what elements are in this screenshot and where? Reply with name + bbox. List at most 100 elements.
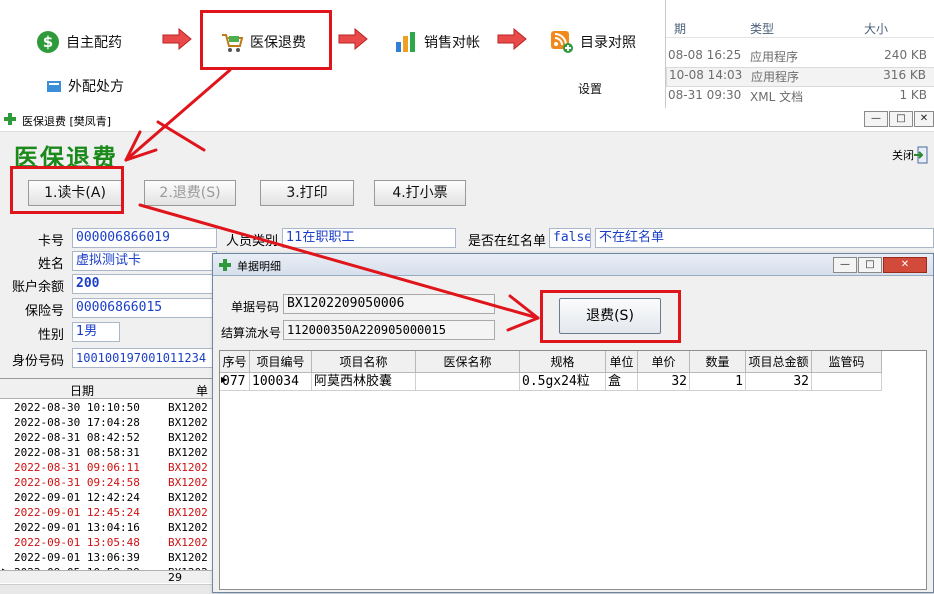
history-grid[interactable]: 日期 单 2022-08-30 10:10:50 BX1202 2022-08-30… (0, 378, 215, 594)
table-row[interactable]: 2022-08-31 08:58:31 BX1202 (0, 446, 215, 461)
column-header[interactable]: 项目编号 (250, 351, 312, 373)
file-type: 应用程序 (750, 50, 799, 64)
window-title: 医保退费 [樊凤青] (22, 115, 112, 128)
maximize-button[interactable]: □ (889, 111, 913, 127)
print-button[interactable]: 3.打印 (260, 180, 354, 206)
file-size: 316 KB (883, 68, 926, 82)
column-header[interactable]: 医保名称 (416, 351, 520, 373)
detail-table[interactable]: 序号 项目编号 项目名称 医保名称 规格 单位 单价 数量 项目总金额 监管码 077 100034… (219, 350, 927, 590)
doc-no-field[interactable]: BX1202209050006 (283, 294, 495, 314)
table-row[interactable]: 2022-08-31 09:24:58 BX1202 (0, 476, 215, 491)
close-button[interactable]: 关闭 (892, 146, 928, 164)
gender-label: 性别 (37, 328, 64, 343)
table-cell[interactable] (416, 373, 520, 391)
table-row[interactable]: 2022-08-30 10:10:50 BX1202 (0, 401, 215, 416)
column-date[interactable]: 日期 (70, 382, 94, 399)
row-bill-no: BX1202 (168, 416, 208, 429)
file-row[interactable]: 10-08 14:03 应用程序 316 KB (666, 67, 934, 87)
insurance-no-field[interactable]: 00006866015 (72, 298, 217, 318)
row-bill-no: BX1202 (168, 401, 208, 414)
launcher-label: 设置 (578, 82, 603, 96)
table-row[interactable]: 2022-09-01 12:42:24 BX1202 (0, 491, 215, 506)
file-row[interactable]: 08-08 16:25 应用程序 240 KB (666, 48, 934, 68)
table-cell[interactable]: 盒 (606, 373, 638, 391)
launcher-sales-reconcile[interactable]: 销售对帐 (394, 30, 480, 54)
launcher-catalog-map[interactable]: 目录对照 (550, 30, 636, 54)
table-cell[interactable] (812, 373, 882, 391)
file-explorer-list: 期 类型 大小 08-08 16:25 应用程序 240 KB 10-08 14… (665, 0, 934, 108)
bill-detail-dialog: 单据明细 — □ ✕ 单据号码 BX1202209050006 结算流水号 11… (212, 253, 934, 593)
refund-button[interactable]: 退费(S) (559, 298, 661, 334)
file-size: 240 KB (884, 48, 927, 62)
column-header[interactable]: 单位 (606, 351, 638, 373)
doc-no-label: 单据号码 (231, 300, 280, 314)
column-header[interactable]: 项目名称 (312, 351, 416, 373)
read-card-button[interactable]: 1.读卡(A) (28, 180, 122, 206)
arrow-right-icon (162, 28, 192, 50)
column-header[interactable]: 监管码 (812, 351, 882, 373)
table-cell[interactable]: 1 (690, 373, 746, 391)
grid-header: 日期 单 (0, 379, 215, 399)
launcher-settings[interactable]: 设置 (578, 80, 602, 97)
table-cell[interactable]: 阿莫西林胶囊 (312, 373, 416, 391)
minimize-button[interactable]: — (833, 257, 857, 273)
column-size[interactable]: 大小 (864, 20, 888, 37)
row-bill-no: BX1202 (168, 521, 208, 534)
redlist-flag-field[interactable]: false (549, 228, 591, 248)
prescription-icon (46, 78, 62, 94)
launcher-self-dispense[interactable]: $ 自主配药 (36, 30, 122, 54)
column-header[interactable]: 项目总金额 (746, 351, 812, 373)
refund-button-disabled[interactable]: 2.退费(S) (144, 180, 236, 206)
gender-field[interactable]: 1男 (72, 322, 120, 342)
row-date: 2022-08-31 08:58:31 (14, 446, 140, 459)
file-row[interactable]: 08-31 09:30 XML 文档 1 KB (666, 88, 934, 108)
window-titlebar[interactable]: 医保退费 [樊凤青] — □ ✕ (0, 108, 934, 132)
balance-label: 账户余额 (11, 280, 64, 295)
table-row[interactable]: 2022-08-31 08:42:52 BX1202 (0, 431, 215, 446)
close-label: 关闭 (892, 149, 914, 162)
row-date: 2022-08-31 09:06:11 (14, 461, 140, 474)
name-field[interactable]: 虚拟测试卡 (72, 251, 217, 271)
table-row[interactable]: 2022-09-01 13:04:16 BX1202 (0, 521, 215, 536)
launcher-insurance-refund[interactable]: 医保退费 (220, 30, 306, 54)
row-date: 2022-09-01 12:42:24 (14, 491, 140, 504)
launcher-label: 自主配药 (66, 35, 122, 51)
id-no-field[interactable]: 100100197001011234 (72, 348, 217, 368)
redlist-desc-field[interactable]: 不在红名单 (595, 228, 934, 248)
column-bill[interactable]: 单 (196, 382, 208, 399)
column-type[interactable]: 类型 (750, 20, 774, 37)
table-row[interactable]: 2022-08-30 17:04:28 BX1202 (0, 416, 215, 431)
column-header[interactable]: 序号 (220, 351, 250, 373)
rss-add-icon (550, 30, 574, 54)
table-row[interactable]: 2022-09-01 13:05:48 BX1202 (0, 536, 215, 551)
card-no-field[interactable]: 000006866019 (72, 228, 217, 248)
table-row[interactable]: 2022-09-01 12:45:24 BX1202 (0, 506, 215, 521)
launcher-external-prescription[interactable]: 外配处方 (46, 76, 124, 96)
person-type-field[interactable]: 11在职职工 (282, 228, 456, 248)
row-date: 2022-09-01 13:04:16 (14, 521, 140, 534)
column-header[interactable]: 数量 (690, 351, 746, 373)
close-dialog-button[interactable]: ✕ (883, 257, 927, 273)
column-header[interactable]: 规格 (520, 351, 606, 373)
table-row[interactable]: 2022-09-01 13:06:39 BX1202 (0, 551, 215, 566)
table-cell[interactable]: 32 (638, 373, 690, 391)
close-window-button[interactable]: ✕ (914, 111, 934, 127)
balance-field[interactable]: 200 (72, 274, 217, 294)
print-receipt-button[interactable]: 4.打小票 (374, 180, 466, 206)
table-cell[interactable]: 0.5gx24粒 (520, 373, 606, 391)
file-type: 应用程序 (751, 70, 800, 84)
redlist-label: 是否在红名单 (467, 234, 546, 249)
maximize-button[interactable]: □ (858, 257, 882, 273)
minimize-button[interactable]: — (864, 111, 888, 127)
column-header[interactable]: 单价 (638, 351, 690, 373)
table-cell[interactable]: 32 (746, 373, 812, 391)
dialog-titlebar[interactable]: 单据明细 — □ ✕ (213, 254, 933, 276)
table-row[interactable]: 2022-08-31 09:06:11 BX1202 (0, 461, 215, 476)
file-date: 08-08 16:25 (668, 48, 742, 62)
row-bill-no: BX1202 (168, 431, 208, 444)
settle-no-field[interactable]: 112000350A220905000015 (283, 320, 495, 340)
column-date[interactable]: 期 (674, 20, 686, 37)
launcher-label: 目录对照 (580, 35, 636, 51)
record-count: 29 (168, 571, 182, 584)
table-cell[interactable]: 100034 (250, 373, 312, 391)
